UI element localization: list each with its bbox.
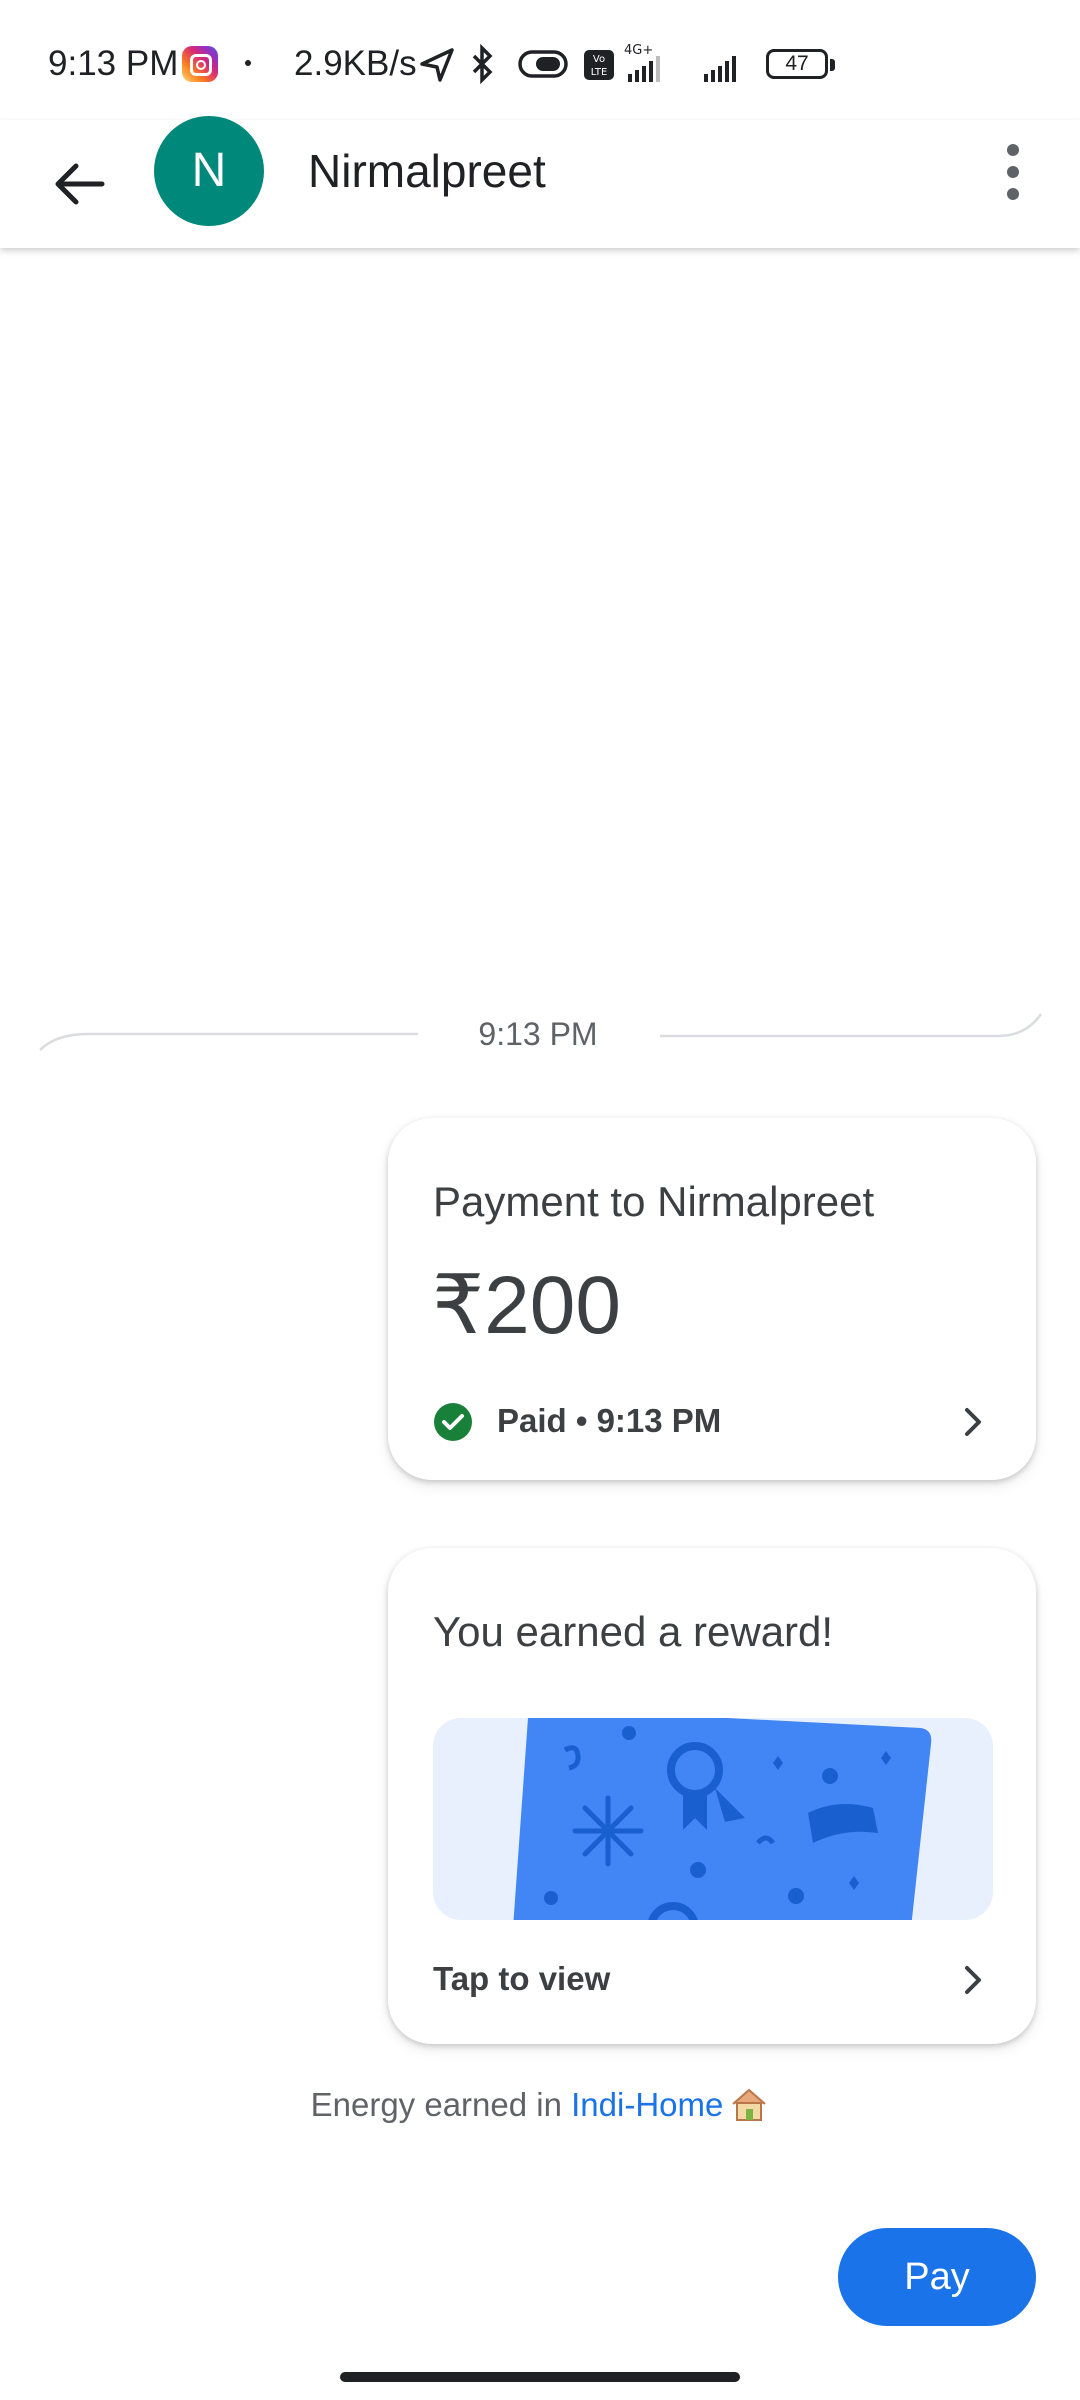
toggle-icon bbox=[518, 50, 568, 78]
bluetooth-icon bbox=[472, 43, 493, 85]
tap-to-view-row[interactable]: Tap to view bbox=[433, 1954, 993, 2004]
chevron-right-icon bbox=[965, 1408, 981, 1436]
svg-text:LTE: LTE bbox=[591, 67, 608, 78]
svg-text:Vo: Vo bbox=[593, 54, 605, 65]
payment-card[interactable]: Payment to Nirmalpreet ₹200 Paid • 9:13 … bbox=[388, 1118, 1036, 1480]
payment-status: Paid • 9:13 PM bbox=[497, 1402, 722, 1439]
tap-to-view-label: Tap to view bbox=[433, 1960, 611, 1997]
scratch-card-icon bbox=[513, 1718, 932, 1920]
scratch-card-banner[interactable] bbox=[433, 1718, 993, 1920]
volte-icon: Vo LTE bbox=[584, 50, 614, 80]
pay-button[interactable]: Pay bbox=[838, 2228, 1036, 2326]
message-timestamp: 9:13 PM bbox=[478, 1016, 598, 1052]
payment-status-row[interactable]: Paid • 9:13 PM bbox=[433, 1396, 993, 1448]
energy-earned-text: Energy earned in Indi-Home bbox=[0, 2086, 1080, 2124]
status-icons: Vo LTE 4G+ bbox=[420, 43, 736, 85]
svg-text:4G+: 4G+ bbox=[624, 43, 653, 58]
chevron-right-icon bbox=[965, 1966, 981, 1994]
reward-card[interactable]: You earned a reward! Tap to view bbox=[388, 1548, 1036, 2044]
instagram-icon bbox=[182, 46, 218, 82]
timeline-divider-left bbox=[39, 1032, 418, 1051]
more-options-icon[interactable] bbox=[985, 140, 1041, 204]
signal-4g-icon: 4G+ bbox=[624, 43, 660, 82]
home-indicator[interactable] bbox=[340, 2372, 740, 2382]
avatar[interactable]: N bbox=[154, 116, 264, 226]
notification-dot-icon bbox=[245, 60, 251, 66]
battery-icon: 47 bbox=[766, 49, 835, 79]
back-arrow-icon[interactable] bbox=[40, 144, 120, 224]
location-arrow-icon bbox=[420, 48, 454, 82]
status-bar: 9:13 PM 2.9KB/s Vo LTE 4G+ 47 bbox=[0, 0, 1080, 120]
network-speed: 2.9KB/s bbox=[294, 44, 417, 83]
reward-title: You earned a reward! bbox=[433, 1608, 834, 1655]
payment-amount: ₹200 bbox=[432, 1260, 621, 1351]
indi-home-link[interactable]: Indi-Home bbox=[571, 2086, 723, 2123]
payment-title: Payment to Nirmalpreet bbox=[433, 1178, 875, 1225]
check-circle-icon bbox=[434, 1403, 472, 1441]
signal-icon bbox=[704, 56, 736, 82]
house-icon bbox=[732, 2088, 767, 2121]
timeline-divider-right bbox=[660, 1013, 1043, 1038]
contact-name[interactable]: Nirmalpreet bbox=[308, 144, 546, 198]
energy-earned-prefix: Energy earned in bbox=[310, 2086, 572, 2123]
status-time: 9:13 PM bbox=[48, 44, 179, 83]
